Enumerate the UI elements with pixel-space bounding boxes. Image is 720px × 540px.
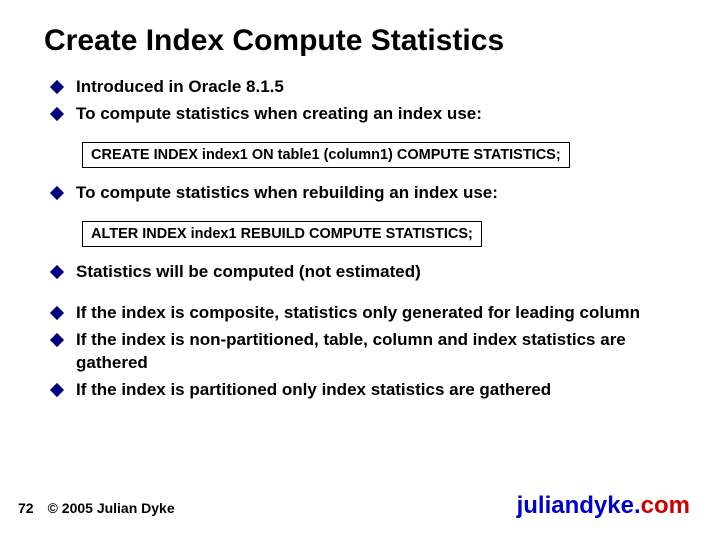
bullet-item: To compute statistics when rebuilding an… bbox=[52, 182, 676, 205]
slide: Create Index Compute Statistics Introduc… bbox=[0, 0, 720, 540]
bullet-item: To compute statistics when creating an i… bbox=[52, 103, 676, 126]
bullet-text: To compute statistics when rebuilding an… bbox=[76, 182, 498, 205]
diamond-icon bbox=[50, 382, 64, 396]
bullet-text: If the index is composite, statistics on… bbox=[76, 302, 640, 325]
site-main: juliandyke. bbox=[517, 492, 641, 519]
footer-left: 72 © 2005 Julian Dyke bbox=[18, 500, 175, 516]
spacer bbox=[52, 288, 676, 302]
bullet-text: To compute statistics when creating an i… bbox=[76, 103, 482, 126]
site-url: juliandyke.com bbox=[517, 492, 690, 520]
diamond-icon bbox=[50, 186, 64, 200]
diamond-icon bbox=[50, 306, 64, 320]
bullet-text: If the index is non-partitioned, table, … bbox=[76, 329, 676, 375]
bullet-text: If the index is partitioned only index s… bbox=[76, 379, 551, 402]
page-number: 72 bbox=[18, 500, 34, 516]
code-box: ALTER INDEX index1 REBUILD COMPUTE STATI… bbox=[82, 221, 482, 247]
site-tld: com bbox=[641, 492, 690, 519]
bullet-item: Statistics will be computed (not estimat… bbox=[52, 261, 676, 284]
diamond-icon bbox=[50, 80, 64, 94]
copyright-text: © 2005 Julian Dyke bbox=[48, 500, 175, 516]
code-box: CREATE INDEX index1 ON table1 (column1) … bbox=[82, 142, 570, 168]
bullet-item: If the index is non-partitioned, table, … bbox=[52, 329, 676, 375]
diamond-icon bbox=[50, 107, 64, 121]
bullet-text: Statistics will be computed (not estimat… bbox=[76, 261, 421, 284]
bullet-item: Introduced in Oracle 8.1.5 bbox=[52, 76, 676, 99]
slide-title: Create Index Compute Statistics bbox=[44, 24, 676, 58]
bullet-list: Introduced in Oracle 8.1.5 To compute st… bbox=[44, 76, 676, 402]
bullet-text: Introduced in Oracle 8.1.5 bbox=[76, 76, 284, 99]
bullet-item: If the index is partitioned only index s… bbox=[52, 379, 676, 402]
diamond-icon bbox=[50, 265, 64, 279]
footer: 72 © 2005 Julian Dyke juliandyke.com bbox=[0, 492, 720, 520]
diamond-icon bbox=[50, 333, 64, 347]
bullet-item: If the index is composite, statistics on… bbox=[52, 302, 676, 325]
